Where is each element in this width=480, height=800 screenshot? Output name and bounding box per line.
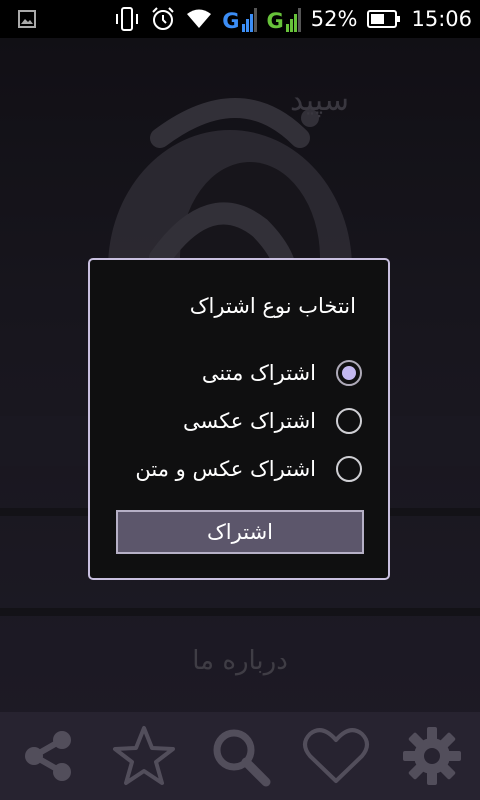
wifi-icon: [186, 8, 212, 30]
share-type-dialog: انتخاب نوع اشتراک اشتراک متنی اشتراک عکس…: [88, 258, 390, 580]
signal-icon: G: [222, 6, 257, 33]
dialog-title: انتخاب نوع اشتراک: [189, 294, 356, 318]
battery-percent: 52%: [310, 7, 358, 31]
network-type-label: G: [222, 9, 240, 33]
signal-icon: G: [267, 6, 301, 32]
radio-button-selected[interactable]: [336, 360, 362, 386]
share-button[interactable]: اشتراک: [116, 510, 364, 554]
option-image-and-text-share[interactable]: اشتراک عکس و متن: [90, 449, 392, 489]
alarm-icon: [150, 6, 176, 32]
network-type-label: G: [266, 9, 284, 33]
option-label: اشتراک عکس و متن: [135, 457, 316, 481]
phone-vibrate-icon: [114, 6, 140, 32]
status-bar: G G 52% 15:06: [0, 0, 480, 38]
radio-button[interactable]: [336, 408, 362, 434]
radio-button[interactable]: [336, 456, 362, 482]
option-label: اشتراک متنی: [201, 361, 316, 385]
clock: 15:06: [411, 7, 472, 31]
option-label: اشتراک عکسی: [182, 409, 316, 433]
option-image-share[interactable]: اشتراک عکسی: [90, 401, 392, 441]
battery-icon: [367, 9, 401, 29]
option-text-share[interactable]: اشتراک متنی: [90, 353, 392, 393]
image-icon: [18, 10, 36, 28]
